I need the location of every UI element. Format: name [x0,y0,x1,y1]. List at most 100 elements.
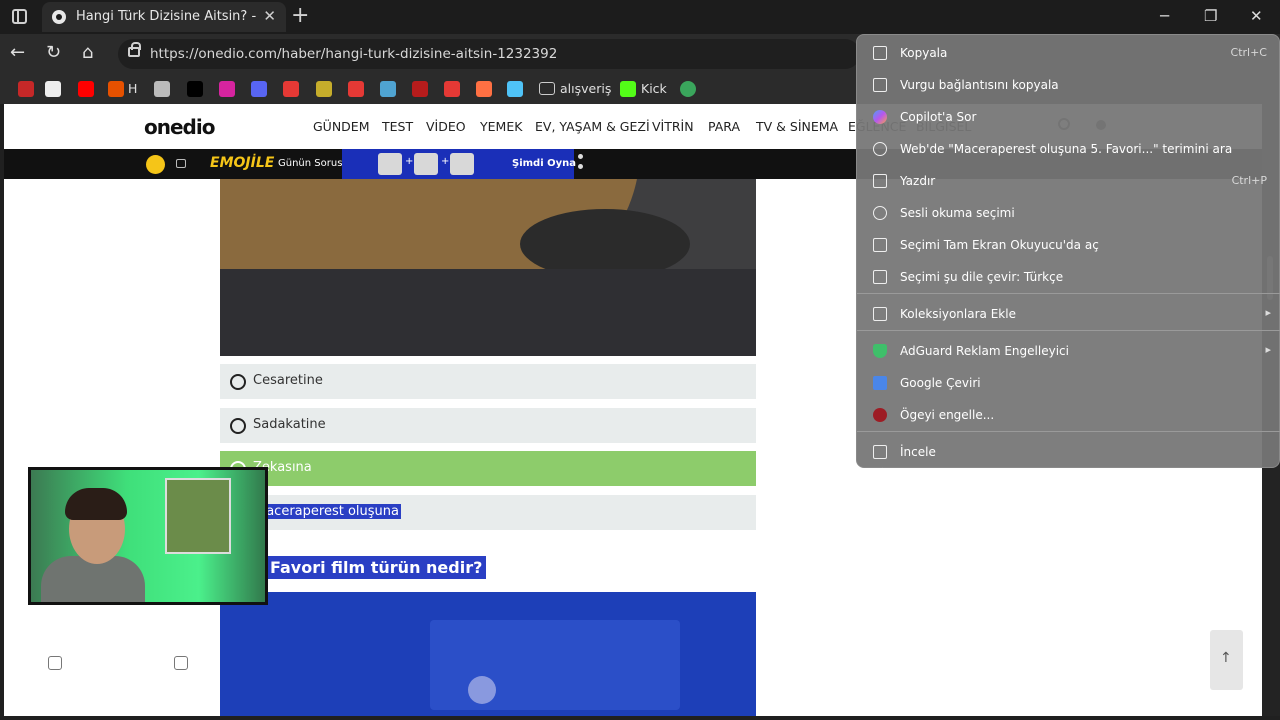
context-menu-label: Kopyala [900,46,948,60]
next-question-image [220,592,756,716]
context-menu-label: Seçimi şu dile çevir: Türkçe [900,270,1064,284]
context-menu-item[interactable]: Seçimi şu dile çevir: Türkçe [857,261,1280,293]
context-menu-shortcut: Ctrl+P [1231,174,1267,187]
quiz-option-label: Cesaretine [253,373,323,388]
gunun-sorusu-label: Günün Sorusu [278,158,349,169]
site-nav-item[interactable]: EV, YAŞAM & GEZİ [535,119,650,134]
context-menu-item[interactable]: Koleksiyonlara Ekle ▸ [857,298,1280,330]
folder-icon[interactable] [539,82,555,95]
bookmark-kick[interactable]: Kick [641,81,667,96]
ublock-icon [873,408,887,422]
more-dots-icon[interactable] [578,154,584,174]
simdi-oyna-button[interactable]: Şimdi Oyna [512,158,576,169]
bookmark-icon[interactable] [219,81,235,97]
bookmark-label[interactable]: H [128,81,137,96]
context-menu-label: Web'de "Maceraperest oluşuna 5. Favori..… [900,142,1233,156]
restore-button[interactable]: ❐ [1204,7,1217,25]
context-menu-item[interactable]: Copilot'a Sor [857,101,1280,133]
lock-icon[interactable] [128,42,141,57]
home-icon[interactable]: ⌂ [82,42,93,63]
site-nav-item[interactable]: GÜNDEM [313,119,370,134]
site-nav-item[interactable]: TV & SİNEMA [756,119,838,134]
reader-icon [873,238,887,252]
minimize-button[interactable]: ─ [1160,7,1169,25]
context-menu-label: Vurgu bağlantısını kopyala [900,78,1059,92]
scroll-to-top-button[interactable]: ↑ [1210,630,1243,690]
context-menu-label: Copilot'a Sor [900,110,977,124]
site-logo[interactable]: onedio [144,115,215,139]
close-window-button[interactable]: ✕ [1250,7,1263,25]
context-menu-label: Seçimi Tam Ekran Okuyucu'da aç [900,238,1099,252]
bookmark-icon[interactable] [476,81,492,97]
tab-title: Hangi Türk Dizisine Aitsin? - Onedio [76,9,256,24]
site-nav-item[interactable]: VİTRİN [652,119,694,134]
site-nav-item[interactable]: PARA [708,119,740,134]
bookmark-icon[interactable] [507,81,523,97]
context-menu: Kopyala Ctrl+C Vurgu bağlantısını kopyala C… [856,34,1280,468]
context-menu-item[interactable]: AdGuard Reklam Engelleyici ▸ [857,335,1280,367]
translate-icon [873,270,887,284]
radio-icon[interactable] [230,374,246,390]
arrow-up-icon: ↑ [1220,650,1232,666]
bookmark-icon[interactable] [187,81,203,97]
url-text[interactable]: https://onedio.com/haber/hangi-turk-dizi… [150,46,557,62]
context-menu-item[interactable]: Seçimi Tam Ekran Okuyucu'da aç [857,229,1280,261]
question-image [220,179,756,356]
bookmark-icon[interactable] [154,81,170,97]
context-menu-item[interactable]: Kopyala Ctrl+C [857,37,1280,69]
bookmark-icon[interactable] [348,81,364,97]
bookmark-icon[interactable] [108,81,124,97]
context-menu-item[interactable]: Google Çeviri [857,367,1280,399]
bookmark-icon[interactable] [251,81,267,97]
emoji-pill-icon [450,153,474,175]
bookmark-icon[interactable] [78,81,94,97]
print-icon [873,174,887,188]
bookmark-icon[interactable] [45,81,61,97]
chevron-right-icon: ▸ [1265,343,1271,356]
context-menu-item[interactable]: İncele [857,436,1280,468]
bookmark-icon[interactable] [444,81,460,97]
new-tab-button[interactable]: + [291,3,309,28]
adguard-icon [873,344,887,358]
bookmark-icon[interactable] [412,81,428,97]
context-menu-item[interactable]: Vurgu bağlantısını kopyala [857,69,1280,101]
bookmark-icon[interactable] [380,81,396,97]
bookmark-icon[interactable] [316,81,332,97]
context-menu-item[interactable]: Web'de "Maceraperest oluşuna 5. Favori..… [857,133,1280,165]
quiz-option-correct[interactable]: Zekasına [220,451,756,486]
site-nav-item[interactable]: YEMEK [480,119,522,134]
active-tab[interactable]: Hangi Türk Dizisine Aitsin? - Onedio ✕ [42,2,286,32]
quiz-option[interactable]: Sadakatine [220,408,756,443]
quiz-option[interactable]: Cesaretine [220,364,756,399]
google-translate-icon [873,376,887,390]
kick-icon[interactable] [620,81,636,97]
refresh-icon[interactable]: ↻ [46,42,61,63]
calendar-icon [176,159,186,168]
next-question-title: Favori film türün nedir? [266,556,487,579]
tab-bar: Hangi Türk Dizisine Aitsin? - Onedio ✕ +… [0,0,1280,34]
back-icon[interactable]: ← [10,42,25,63]
quiz-option-selected[interactable]: Maceraperest oluşuna [220,495,756,530]
site-nav-item[interactable]: TEST [382,119,413,134]
bookmark-folder-alisveris[interactable]: alışveriş [560,81,611,96]
chevron-right-icon: ▸ [1265,306,1271,319]
context-menu-label: Sesli okuma seçimi [900,206,1015,220]
context-menu-label: Yazdır [900,174,936,188]
bookmark-icon[interactable] [283,81,299,97]
overlay-icon [48,656,62,670]
tab-close-icon[interactable]: ✕ [263,7,276,25]
radio-icon[interactable] [230,418,246,434]
context-menu-item[interactable]: Ögeyi engelle... [857,399,1280,431]
context-menu-item[interactable]: Yazdır Ctrl+P [857,165,1280,197]
emoji-pencil-icon [414,153,438,175]
bookmark-icon[interactable] [18,81,34,97]
site-nav-item[interactable]: VİDEO [426,119,466,134]
screen: Hangi Türk Dizisine Aitsin? - Onedio ✕ +… [0,0,1280,720]
bookmark-icon[interactable] [680,81,696,97]
tab-actions-icon[interactable] [12,9,27,24]
context-menu-item[interactable]: Sesli okuma seçimi [857,197,1280,229]
menu-separator [857,431,1280,432]
url-field[interactable]: https://onedio.com/haber/hangi-turk-dizi… [118,39,860,69]
search-icon [873,142,887,156]
emoji-face-icon [378,153,402,175]
